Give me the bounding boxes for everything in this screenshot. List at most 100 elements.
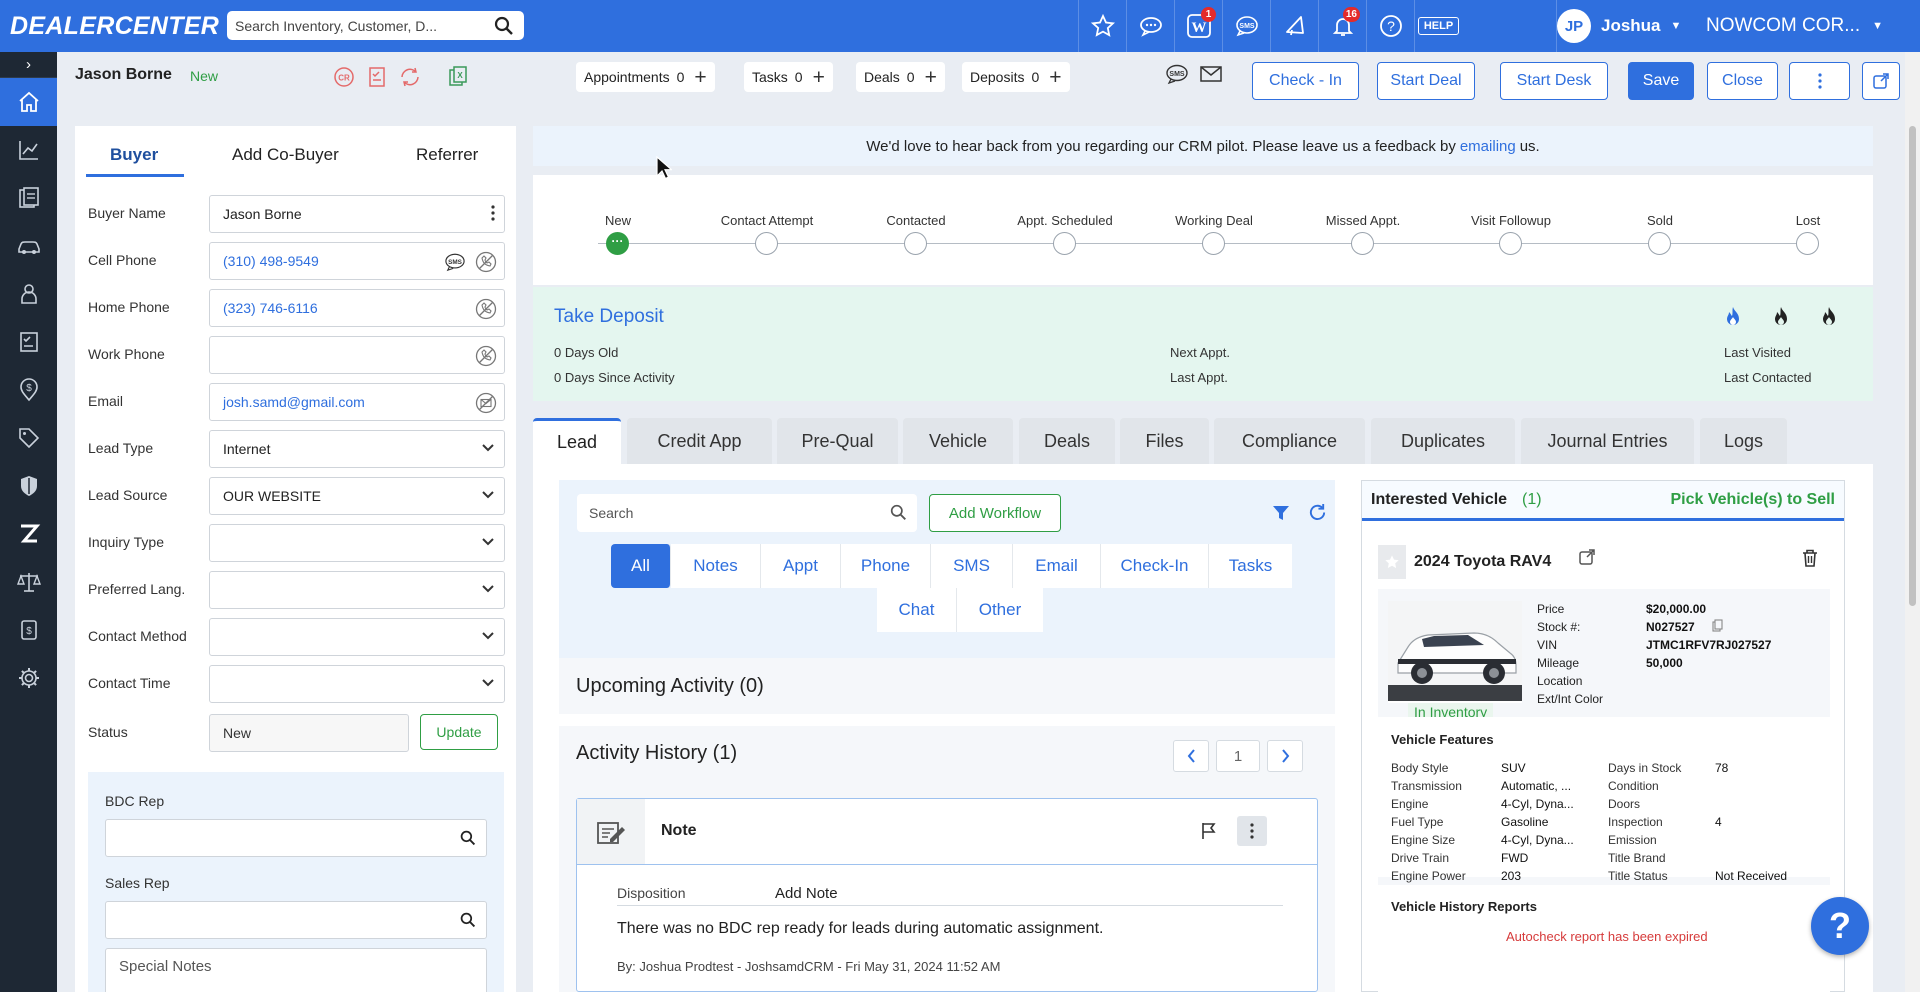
- sms-icon[interactable]: SMS: [1164, 61, 1190, 87]
- home-phone-value[interactable]: (323) 746-6116: [223, 300, 318, 316]
- stage-working-deal[interactable]: Working Deal: [1139, 175, 1289, 255]
- search-icon[interactable]: [890, 504, 907, 521]
- search-icon[interactable]: [460, 912, 476, 928]
- help-button[interactable]: HELP: [1414, 0, 1462, 52]
- filter-phone[interactable]: Phone: [841, 544, 931, 588]
- add-deposit-plus-icon[interactable]: +: [1049, 67, 1061, 88]
- company-selector[interactable]: NOWCOM COR... ▼: [1706, 0, 1906, 52]
- filter-other[interactable]: Other: [957, 588, 1043, 632]
- filter-sms[interactable]: SMS: [931, 544, 1013, 588]
- tab-pre-qual[interactable]: Pre-Qual: [777, 418, 898, 464]
- search-icon[interactable]: [460, 830, 476, 846]
- hot-lead-flame-icon[interactable]: [1722, 305, 1744, 327]
- no-call-phone-icon[interactable]: [475, 251, 497, 273]
- no-call-phone-icon[interactable]: [475, 345, 497, 367]
- more-options-button[interactable]: [1789, 62, 1850, 100]
- email-value[interactable]: josh.samd@gmail.com: [223, 394, 365, 410]
- preferred-lang-select[interactable]: [209, 571, 505, 609]
- filter-chat[interactable]: Chat: [877, 588, 957, 632]
- sidebar-item-settings[interactable]: [0, 654, 57, 702]
- refresh-icon[interactable]: [1308, 503, 1327, 522]
- update-status-button[interactable]: Update: [420, 714, 498, 750]
- vehicle-name[interactable]: 2024 Toyota RAV4: [1414, 553, 1551, 571]
- save-button[interactable]: Save: [1628, 62, 1694, 100]
- tab-logs[interactable]: Logs: [1700, 418, 1787, 464]
- tab-referrer[interactable]: Referrer: [416, 145, 478, 165]
- filter-tasks[interactable]: Tasks: [1209, 544, 1292, 588]
- cell-phone-value[interactable]: (310) 498-9549: [223, 253, 319, 269]
- filter-all[interactable]: All: [611, 544, 671, 588]
- email-envelope-icon[interactable]: [1198, 61, 1224, 87]
- tab-compliance[interactable]: Compliance: [1214, 418, 1365, 464]
- tab-credit-app[interactable]: Credit App: [627, 418, 772, 464]
- filter-notes[interactable]: Notes: [671, 544, 761, 588]
- dealercenter-logo[interactable]: DEALERCENTER: [10, 12, 219, 41]
- credit-report-icon[interactable]: CR: [331, 64, 357, 90]
- favorite-star-icon[interactable]: [1378, 545, 1406, 579]
- tab-files[interactable]: Files: [1120, 418, 1209, 464]
- activity-search-input[interactable]: [589, 503, 879, 523]
- no-call-phone-icon[interactable]: [475, 298, 497, 320]
- user-menu[interactable]: JP Joshua ▼: [1556, 0, 1684, 52]
- bdc-rep-input[interactable]: [105, 819, 487, 857]
- emailing-link[interactable]: emailing: [1460, 138, 1516, 155]
- stage-new[interactable]: New ···: [543, 175, 693, 255]
- prev-page-button[interactable]: [1173, 740, 1209, 772]
- stage-contacted[interactable]: Contacted: [841, 175, 991, 255]
- sidebar-item-pricing[interactable]: [0, 414, 57, 462]
- add-deal-plus-icon[interactable]: +: [925, 67, 937, 88]
- flag-icon[interactable]: [1201, 822, 1217, 840]
- stage-lost[interactable]: Lost: [1733, 175, 1883, 255]
- check-in-button[interactable]: Check - In: [1252, 62, 1359, 100]
- contact-method-select[interactable]: [209, 618, 505, 656]
- trash-icon[interactable]: [1802, 549, 1818, 567]
- lead-source-select[interactable]: OUR WEBSITE: [209, 477, 505, 515]
- global-search-input[interactable]: [235, 15, 485, 36]
- filter-appt[interactable]: Appt: [761, 544, 841, 588]
- vehicle-swap-icon[interactable]: [397, 64, 423, 90]
- lead-type-select[interactable]: Internet: [209, 430, 505, 468]
- start-deal-button[interactable]: Start Deal: [1377, 62, 1475, 100]
- special-notes-textarea[interactable]: Special Notes: [105, 948, 487, 992]
- filter-funnel-icon[interactable]: [1272, 504, 1290, 522]
- sidebar-item-security[interactable]: [0, 462, 57, 510]
- sidebar-item-reports[interactable]: [0, 126, 57, 174]
- warm-lead-flame-icon[interactable]: [1770, 305, 1792, 327]
- pick-vehicles-link[interactable]: Pick Vehicle(s) to Sell: [1670, 491, 1835, 509]
- tab-deals[interactable]: Deals: [1019, 418, 1115, 464]
- stage-visit-followup[interactable]: Visit Followup: [1436, 175, 1586, 255]
- home-phone-field[interactable]: (323) 746-6116: [209, 289, 505, 327]
- cold-lead-flame-icon[interactable]: [1818, 305, 1840, 327]
- inquiry-type-select[interactable]: [209, 524, 505, 562]
- buyer-name-field[interactable]: Jason Borne: [209, 195, 505, 233]
- vehicle-photo[interactable]: [1388, 601, 1522, 703]
- scrollbar-thumb[interactable]: [1909, 126, 1916, 606]
- note-options-button[interactable]: [1237, 816, 1267, 846]
- notifications-bell-icon[interactable]: 16: [1318, 0, 1366, 52]
- external-link-icon[interactable]: [1578, 548, 1596, 566]
- page-scrollbar[interactable]: [1905, 52, 1920, 992]
- stage-sold[interactable]: Sold: [1585, 175, 1735, 255]
- start-desk-button[interactable]: Start Desk: [1500, 62, 1608, 100]
- open-new-window-button[interactable]: [1862, 62, 1900, 100]
- next-page-button[interactable]: [1267, 740, 1303, 772]
- vertical-dots-icon[interactable]: [491, 205, 495, 221]
- search-icon[interactable]: [494, 16, 514, 36]
- stage-missed-appt[interactable]: Missed Appt.: [1288, 175, 1438, 255]
- sidebar-item-accounting[interactable]: $: [0, 606, 57, 654]
- tab-vehicle[interactable]: Vehicle: [903, 418, 1013, 464]
- announcement-megaphone-icon[interactable]: [1270, 0, 1318, 52]
- sidebar-item-inventory[interactable]: [0, 222, 57, 270]
- w-app-icon[interactable]: W 1: [1174, 0, 1222, 52]
- sidebar-item-finance[interactable]: $: [0, 366, 57, 414]
- tab-duplicates[interactable]: Duplicates: [1371, 418, 1515, 464]
- email-field[interactable]: josh.samd@gmail.com: [209, 383, 505, 421]
- tab-journal-entries[interactable]: Journal Entries: [1521, 418, 1694, 464]
- add-appointment-plus-icon[interactable]: +: [694, 67, 706, 88]
- sidebar-item-home[interactable]: [0, 78, 57, 126]
- favorites-star-icon[interactable]: [1078, 0, 1126, 52]
- checklist-red-icon[interactable]: [364, 64, 390, 90]
- cell-phone-field[interactable]: (310) 498-9549 SMS: [209, 242, 505, 280]
- tab-buyer[interactable]: Buyer: [110, 145, 158, 165]
- work-phone-field[interactable]: [209, 336, 505, 374]
